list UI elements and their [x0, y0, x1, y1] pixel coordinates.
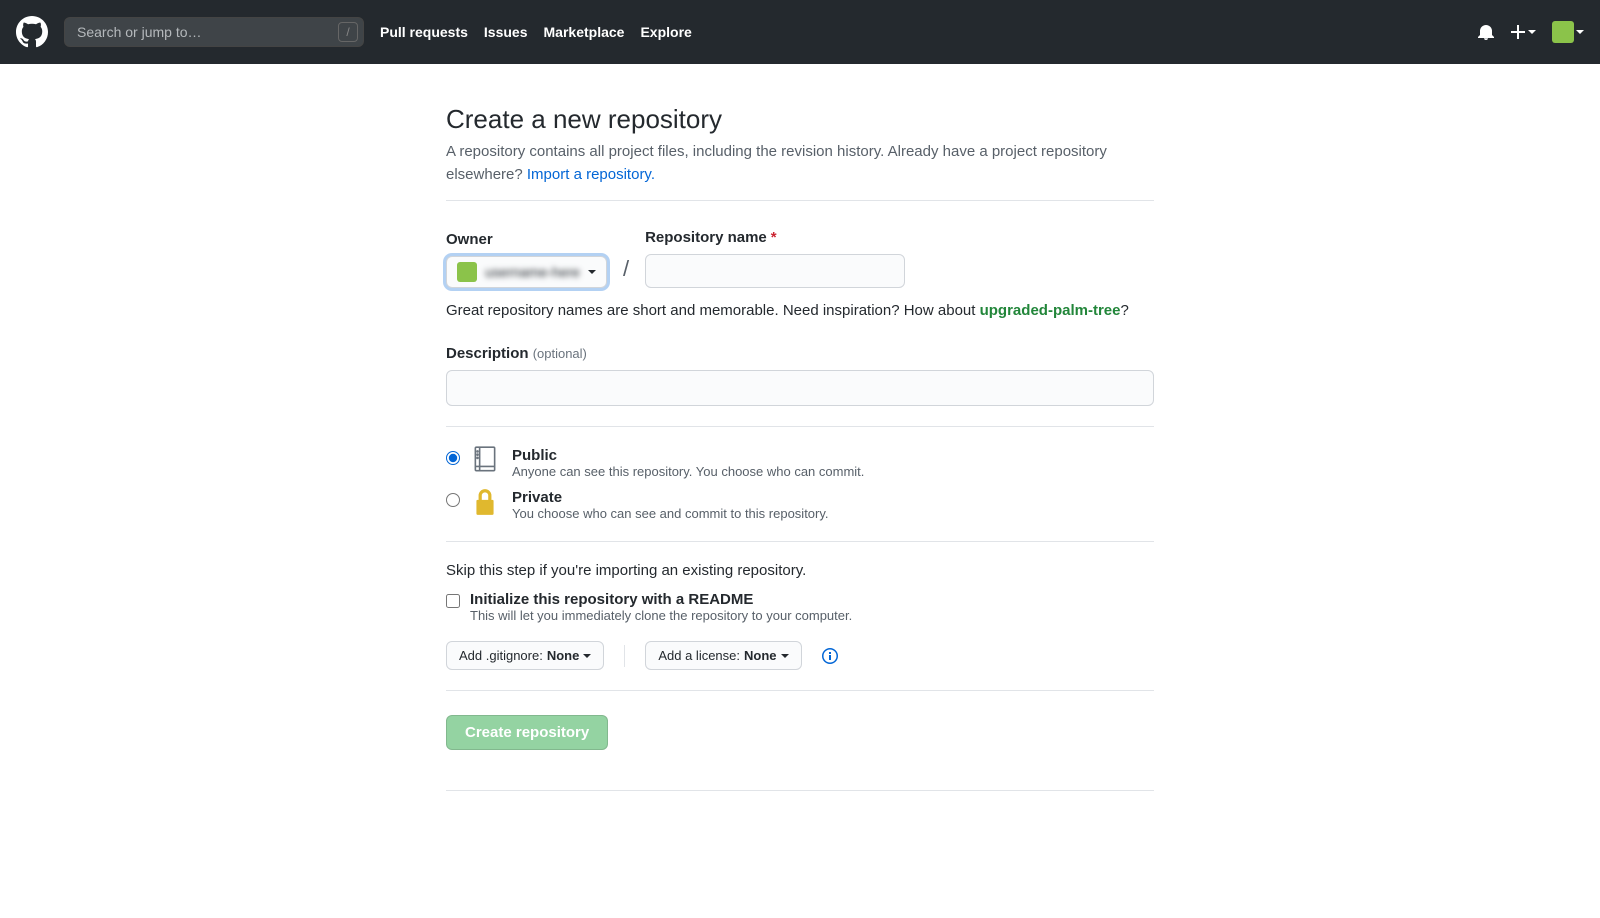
owner-select-dropdown[interactable]: username-here	[446, 256, 607, 288]
private-desc: You choose who can see and commit to thi…	[512, 506, 829, 521]
avatar-icon	[1552, 21, 1574, 43]
repo-name-input[interactable]	[645, 254, 905, 288]
public-title: Public	[512, 447, 864, 464]
global-header: / Pull requests Issues Marketplace Explo…	[0, 0, 1600, 64]
github-logo-icon[interactable]	[16, 16, 64, 48]
owner-group: Owner username-here	[446, 231, 607, 288]
reponame-group: Repository name*	[645, 229, 905, 288]
init-readme-title: Initialize this repository with a README	[470, 591, 852, 608]
owner-avatar-icon	[457, 262, 477, 282]
caret-down-icon	[781, 652, 789, 660]
notifications-icon[interactable]	[1478, 24, 1494, 40]
divider	[446, 426, 1154, 427]
page-title: Create a new repository	[446, 104, 1154, 135]
visibility-public-option[interactable]: Public Anyone can see this repository. Y…	[446, 447, 1154, 479]
skip-import-text: Skip this step if you're importing an ex…	[446, 562, 1154, 579]
slash-key-hint: /	[338, 22, 358, 42]
search-wrap: /	[64, 17, 364, 47]
create-repository-button[interactable]: Create repository	[446, 715, 608, 750]
main-container: Create a new repository A repository con…	[430, 104, 1170, 791]
divider	[446, 541, 1154, 542]
private-radio[interactable]	[446, 493, 460, 507]
nav-pull-requests[interactable]: Pull requests	[380, 24, 468, 40]
search-input[interactable]	[64, 17, 364, 47]
description-label: Description (optional)	[446, 345, 1154, 362]
init-readme-checkbox[interactable]	[446, 594, 460, 608]
import-repository-link[interactable]: Import a repository.	[527, 166, 655, 183]
repo-public-icon	[472, 445, 500, 475]
required-star: *	[771, 229, 777, 246]
vertical-separator	[624, 645, 625, 667]
owner-repo-row: Owner username-here / Repository name*	[446, 229, 1154, 288]
nav-explore[interactable]: Explore	[640, 24, 691, 40]
description-input[interactable]	[446, 370, 1154, 406]
footer-divider	[446, 790, 1154, 791]
init-readme-desc: This will let you immediately clone the …	[470, 608, 852, 623]
page-subtitle: A repository contains all project files,…	[446, 141, 1154, 186]
header-right	[1478, 21, 1584, 43]
visibility-private-option[interactable]: Private You choose who can see and commi…	[446, 489, 1154, 521]
create-new-dropdown[interactable]	[1510, 24, 1536, 40]
nav-links: Pull requests Issues Marketplace Explore	[380, 24, 692, 40]
nav-issues[interactable]: Issues	[484, 24, 528, 40]
gitignore-dropdown[interactable]: Add .gitignore: None	[446, 641, 604, 670]
license-dropdown[interactable]: Add a license: None	[645, 641, 801, 670]
nav-marketplace[interactable]: Marketplace	[544, 24, 625, 40]
license-info-icon[interactable]	[822, 648, 838, 664]
divider	[446, 200, 1154, 201]
slash-separator: /	[623, 256, 629, 282]
repo-name-helper: Great repository names are short and mem…	[446, 302, 1154, 319]
init-readme-row[interactable]: Initialize this repository with a README…	[446, 591, 1154, 623]
dropdown-buttons-row: Add .gitignore: None Add a license: None	[446, 641, 1154, 670]
lock-icon	[472, 487, 500, 517]
caret-down-icon	[588, 268, 596, 276]
private-title: Private	[512, 489, 829, 506]
owner-label: Owner	[446, 231, 607, 248]
public-radio[interactable]	[446, 451, 460, 465]
suggested-name-link[interactable]: upgraded-palm-tree	[980, 302, 1121, 319]
caret-down-icon	[583, 652, 591, 660]
user-menu-dropdown[interactable]	[1552, 21, 1584, 43]
owner-name: username-here	[485, 264, 580, 280]
public-desc: Anyone can see this repository. You choo…	[512, 464, 864, 479]
repo-name-label: Repository name*	[645, 229, 905, 246]
divider	[446, 690, 1154, 691]
